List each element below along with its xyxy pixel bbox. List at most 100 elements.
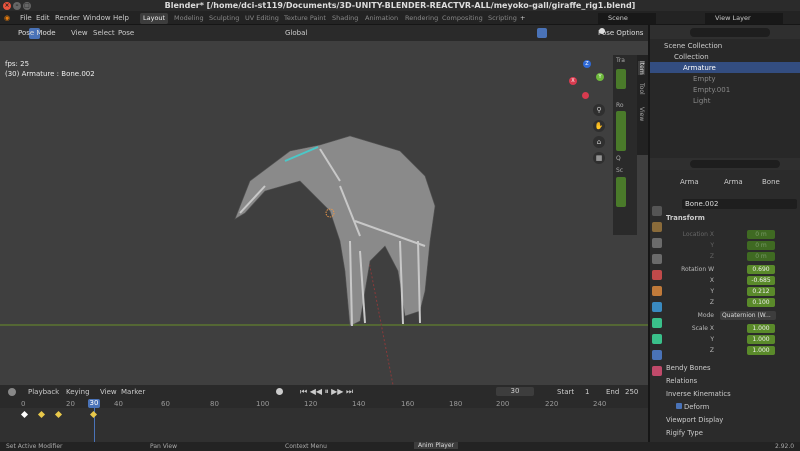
viewport-menu-select[interactable]: Select [93, 29, 115, 37]
mode-selector[interactable]: Pose Mode [8, 29, 64, 37]
bone-tab-icon[interactable] [652, 350, 662, 360]
sidebar-tab-tool[interactable]: Tool [638, 83, 645, 95]
rotation-y-field[interactable]: 0.212 [747, 287, 775, 296]
data-tab-icon[interactable] [652, 334, 662, 344]
gizmo-z-axis[interactable]: Z [583, 60, 591, 68]
constraints-tab-icon[interactable] [652, 318, 662, 328]
viewport-menu-view[interactable]: View [71, 29, 88, 37]
outliner-search-input[interactable] [690, 28, 770, 37]
tab-uv-editing[interactable]: UV Editing [245, 13, 279, 24]
outliner-item-armature[interactable]: Armature [683, 64, 716, 72]
relations-header[interactable]: Relations [666, 377, 697, 385]
location-y-field[interactable]: 0 m [747, 241, 775, 250]
menu-render[interactable]: Render [55, 11, 80, 25]
gizmo-x-axis[interactable]: X [569, 77, 577, 85]
viewport-menu-pose[interactable]: Pose [118, 29, 134, 37]
tab-sculpting[interactable]: Sculpting [209, 13, 239, 24]
playback-controls[interactable]: ⏮ ◀◀ ⏸ ▶▶ ⏭ [300, 387, 353, 397]
tab-texture-paint[interactable]: Texture Paint [284, 13, 326, 24]
rotation-w-field[interactable]: 0.690 [747, 265, 775, 274]
transform-header[interactable]: Transform [666, 214, 705, 222]
menu-help[interactable]: Help [113, 11, 129, 25]
keyframe-diamond[interactable] [20, 410, 29, 419]
close-window-icon[interactable]: × [3, 2, 11, 10]
scale-y-field[interactable]: 1.000 [747, 335, 775, 344]
inverse-kinematics-header[interactable]: Inverse Kinematics [666, 390, 731, 398]
maximize-window-icon[interactable]: □ [23, 2, 31, 10]
sidebar-tab-item[interactable]: Item [638, 61, 645, 75]
viewport-display-header[interactable]: Viewport Display [666, 416, 723, 424]
deform-header[interactable]: Deform [684, 403, 709, 411]
outliner-item-light[interactable]: Light [693, 97, 710, 105]
scale-x-field[interactable]: 1.000 [747, 324, 775, 333]
marker-menu[interactable]: Marker [121, 388, 145, 396]
context-bone[interactable]: Bone [762, 178, 780, 186]
tab-modeling[interactable]: Modeling [174, 13, 204, 24]
world-tab-icon[interactable] [652, 286, 662, 296]
rotation-z-field[interactable]: 0.100 [747, 298, 775, 307]
bendy-bones-header[interactable]: Bendy Bones [666, 364, 711, 372]
record-icon[interactable] [276, 388, 283, 395]
menu-edit[interactable]: Edit [36, 11, 50, 25]
anim-player-badge[interactable]: Anim Player [414, 442, 458, 449]
properties-search-input[interactable] [690, 160, 780, 168]
tab-layout[interactable]: Layout [140, 13, 169, 24]
output-tab-icon[interactable] [652, 238, 662, 248]
minimize-window-icon[interactable]: – [13, 2, 21, 10]
sidebar-tab-view[interactable]: View [638, 107, 645, 121]
tab-rendering[interactable]: Rendering [405, 13, 438, 24]
timeline-editor-icon[interactable] [8, 388, 16, 396]
location-z-field[interactable]: 0 m [747, 252, 775, 261]
tab-animation[interactable]: Animation [365, 13, 398, 24]
grid-view-icon[interactable]: ▦ [593, 152, 605, 164]
outliner-item-collection[interactable]: Collection [674, 53, 709, 61]
timeline-area[interactable]: 0 20 30 40 60 80 100 120 140 160 180 200… [0, 398, 648, 442]
sidebar-field[interactable] [616, 111, 626, 151]
context-armature-object[interactable]: Arma [680, 178, 699, 186]
timeline-view-menu[interactable]: View [100, 388, 117, 396]
pose-options-dropdown[interactable]: Pose Options [598, 29, 643, 37]
tool-tab-icon[interactable] [652, 206, 662, 216]
keying-menu[interactable]: Keying [66, 388, 90, 396]
tab-scripting[interactable]: Scripting [488, 13, 517, 24]
sidebar-field[interactable] [616, 177, 626, 207]
overlay-toggle-icon[interactable] [537, 28, 547, 38]
gizmo-y-axis[interactable]: Y [596, 73, 604, 81]
playback-menu[interactable]: Playback [28, 388, 59, 396]
current-frame-field[interactable]: 30 [496, 387, 534, 396]
view-layer-tab-icon[interactable] [652, 254, 662, 264]
add-workspace-button[interactable]: + [520, 13, 525, 24]
start-frame-field[interactable]: 1 [585, 388, 589, 396]
current-frame-indicator[interactable]: 30 [88, 399, 100, 408]
keyframe-diamond[interactable] [37, 410, 46, 419]
gizmo-neg-x-axis[interactable] [582, 92, 589, 99]
scene-selector[interactable]: Scene [598, 13, 656, 24]
render-tab-icon[interactable] [652, 222, 662, 232]
end-frame-field[interactable]: 250 [625, 388, 638, 396]
keyframe-diamond[interactable] [54, 410, 63, 419]
menu-window[interactable]: Window [83, 11, 111, 25]
camera-view-icon[interactable]: ⌂ [593, 136, 605, 148]
area-divider[interactable] [648, 25, 650, 442]
frame-ruler[interactable]: 0 20 30 40 60 80 100 120 140 160 180 200… [0, 398, 648, 408]
material-tab-icon[interactable] [652, 366, 662, 376]
zoom-icon[interactable]: ⚲ [593, 104, 605, 116]
orientation-dropdown[interactable]: Global [285, 29, 307, 37]
rotation-x-field[interactable]: -0.685 [747, 276, 775, 285]
location-x-field[interactable]: 0 m [747, 230, 775, 239]
sidebar-field[interactable] [616, 69, 626, 89]
outliner-item-empty-001[interactable]: Empty.001 [693, 86, 730, 94]
scene-tab-icon[interactable] [652, 270, 662, 280]
object-tab-icon[interactable] [652, 302, 662, 312]
blender-logo-icon[interactable]: ◉ [4, 11, 10, 25]
rigify-type-header[interactable]: Rigify Type [666, 429, 703, 437]
3d-viewport[interactable]: fps: 25 (30) Armature : Bone.002 Z Y X ⚲… [0, 41, 648, 385]
context-armature-data[interactable]: Arma [724, 178, 743, 186]
pan-hand-icon[interactable]: ✋ [593, 120, 605, 132]
outliner-item-scene-collection[interactable]: Scene Collection [664, 42, 722, 50]
deform-checkbox[interactable] [676, 403, 682, 409]
outliner-item-empty[interactable]: Empty [693, 75, 716, 83]
tab-compositing[interactable]: Compositing [442, 13, 483, 24]
scale-z-field[interactable]: 1.000 [747, 346, 775, 355]
view-layer-selector[interactable]: View Layer [705, 13, 783, 24]
